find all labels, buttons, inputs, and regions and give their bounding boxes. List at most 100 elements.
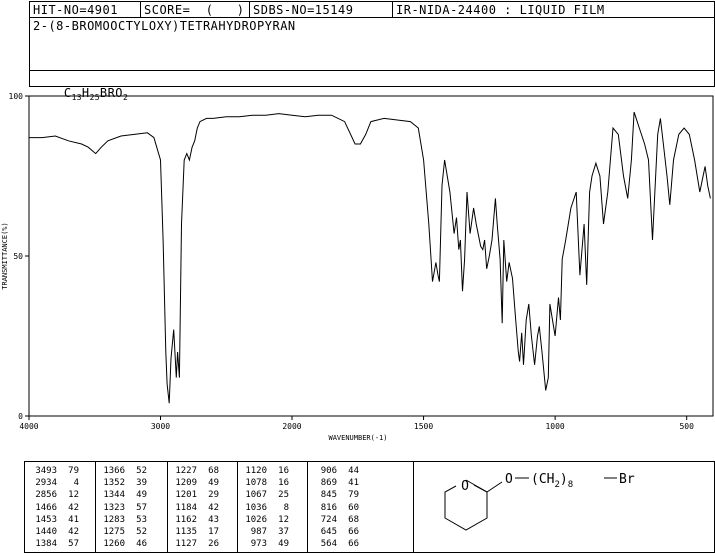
- ir-spectrum-chart: 4000 3000 2000 1500 1000 500 0 50 100 WAVENUMBER…: [1, 92, 714, 442]
- peak-wavenumber: 906: [320, 466, 337, 476]
- peak-column-divider: [307, 462, 308, 552]
- ether-oxygen: O: [505, 472, 513, 487]
- peak-transmittance: 41: [348, 478, 359, 489]
- x-tick-label: 500: [679, 422, 694, 431]
- peak-row: 906 44: [311, 465, 359, 477]
- peak-row: 1162 43: [171, 514, 219, 526]
- peak-column: 906 44 869 41 845 79 816 60 724 68 645 66 564 66: [311, 465, 359, 555]
- peak-column-divider: [95, 462, 96, 552]
- peak-column-divider: [167, 462, 168, 552]
- y-tick-label: 0: [18, 412, 23, 421]
- peak-wavenumber: 1260: [103, 539, 125, 550]
- peak-wavenumber: 1078: [245, 478, 267, 489]
- peak-transmittance: 68: [208, 466, 219, 476]
- peak-row: 2856 12: [31, 489, 79, 501]
- y-tick-label: 50: [13, 252, 23, 261]
- peak-wavenumber: 1352: [103, 478, 125, 489]
- peak-wavenumber: 987: [250, 527, 267, 538]
- peak-row: 1026 12: [241, 514, 289, 526]
- peak-wavenumber: 1036: [245, 502, 267, 513]
- peak-wavenumber: 816: [320, 502, 337, 513]
- peak-transmittance: 17: [208, 527, 219, 538]
- peak-wavenumber: 1440: [35, 527, 57, 538]
- peak-row: 845 79: [311, 489, 359, 501]
- peak-row: 987 37: [241, 526, 289, 538]
- peak-row: 1209 49: [171, 477, 219, 489]
- peak-column: 1227 68 1209 49 1201 29 1184 42 1162 43 1135 17 1127…: [171, 465, 219, 555]
- peak-transmittance: 68: [348, 514, 359, 525]
- peak-wavenumber: 1283: [103, 514, 125, 525]
- peak-wavenumber: 1275: [103, 527, 125, 538]
- peak-transmittance: 44: [348, 466, 359, 476]
- peak-wavenumber: 1366: [103, 466, 125, 476]
- peak-row: 1127 26: [171, 538, 219, 550]
- peak-row: 1352 39: [99, 477, 147, 489]
- peak-wavenumber: 1227: [175, 466, 197, 476]
- ring-oxygen: O: [461, 479, 469, 494]
- peak-wavenumber: 1453: [35, 514, 57, 525]
- peak-row: 1036 8: [241, 502, 289, 514]
- peak-transmittance: 12: [278, 514, 289, 525]
- y-tick-label: 100: [9, 92, 24, 101]
- peak-row: 1344 49: [99, 489, 147, 501]
- peak-wavenumber: 645: [320, 527, 337, 538]
- peak-transmittance: 57: [68, 539, 79, 550]
- peak-wavenumber: 1120: [245, 466, 267, 476]
- plot-frame: [28, 95, 714, 417]
- peak-wavenumber: 1184: [175, 502, 197, 513]
- peak-wavenumber: 1384: [35, 539, 57, 550]
- chain-group: (CH2)8: [531, 472, 573, 490]
- peak-transmittance: 8: [283, 502, 289, 513]
- peak-wavenumber: 1026: [245, 514, 267, 525]
- peak-transmittance: 49: [278, 539, 289, 550]
- peak-transmittance: 79: [348, 490, 359, 501]
- peak-transmittance: 57: [136, 502, 147, 513]
- peak-row: 645 66: [311, 526, 359, 538]
- peak-row: 1466 42: [31, 502, 79, 514]
- peak-row: 1453 41: [31, 514, 79, 526]
- peak-wavenumber: 845: [320, 490, 337, 501]
- peak-transmittance: 52: [136, 466, 147, 476]
- peak-transmittance: 4: [73, 478, 79, 489]
- peak-row: 1135 17: [171, 526, 219, 538]
- peak-row: 1283 53: [99, 514, 147, 526]
- peak-transmittance: 37: [278, 527, 289, 538]
- peak-column-divider: [237, 462, 238, 552]
- peak-row: 1067 25: [241, 489, 289, 501]
- peak-row: 1201 29: [171, 489, 219, 501]
- peak-wavenumber: 3493: [35, 466, 57, 476]
- peak-wavenumber: 724: [320, 514, 337, 525]
- chain-open: (CH: [531, 472, 554, 487]
- peak-wavenumber: 2856: [35, 490, 57, 501]
- peak-transmittance: 79: [68, 466, 79, 476]
- peak-wavenumber: 1323: [103, 502, 125, 513]
- peak-row: 724 68: [311, 514, 359, 526]
- peak-wavenumber: 2934: [35, 478, 57, 489]
- peak-wavenumber: 973: [250, 539, 267, 550]
- peak-row: 1260 46: [99, 538, 147, 550]
- peak-wavenumber: 1135: [175, 527, 197, 538]
- peak-transmittance: 43: [208, 514, 219, 525]
- peak-row: 816 60: [311, 502, 359, 514]
- peak-transmittance: 49: [208, 478, 219, 489]
- peak-transmittance: 16: [278, 466, 289, 476]
- peak-wavenumber: 1127: [175, 539, 197, 550]
- peak-row: 973 49: [241, 538, 289, 550]
- peak-transmittance: 42: [68, 502, 79, 513]
- x-tick-label: 2000: [282, 422, 301, 431]
- peak-transmittance: 66: [348, 527, 359, 538]
- peak-wavenumber: 1201: [175, 490, 197, 501]
- peak-wavenumber: 1067: [245, 490, 267, 501]
- x-tick-label: 1000: [545, 422, 564, 431]
- peak-wavenumber: 1344: [103, 490, 125, 501]
- peak-row: 1366 52: [99, 465, 147, 477]
- peak-wavenumber: 1466: [35, 502, 57, 513]
- peak-row: 1078 16: [241, 477, 289, 489]
- peak-row: 564 66: [311, 538, 359, 550]
- peak-wavenumber: 1209: [175, 478, 197, 489]
- peak-wavenumber: 1162: [175, 514, 197, 525]
- peak-transmittance: 29: [208, 490, 219, 501]
- peak-row: 1227 68: [171, 465, 219, 477]
- peak-column: 1120 16 1078 16 1067 25 1036 8 1026 12 987 37 973 49: [241, 465, 289, 555]
- peak-transmittance: 49: [136, 490, 147, 501]
